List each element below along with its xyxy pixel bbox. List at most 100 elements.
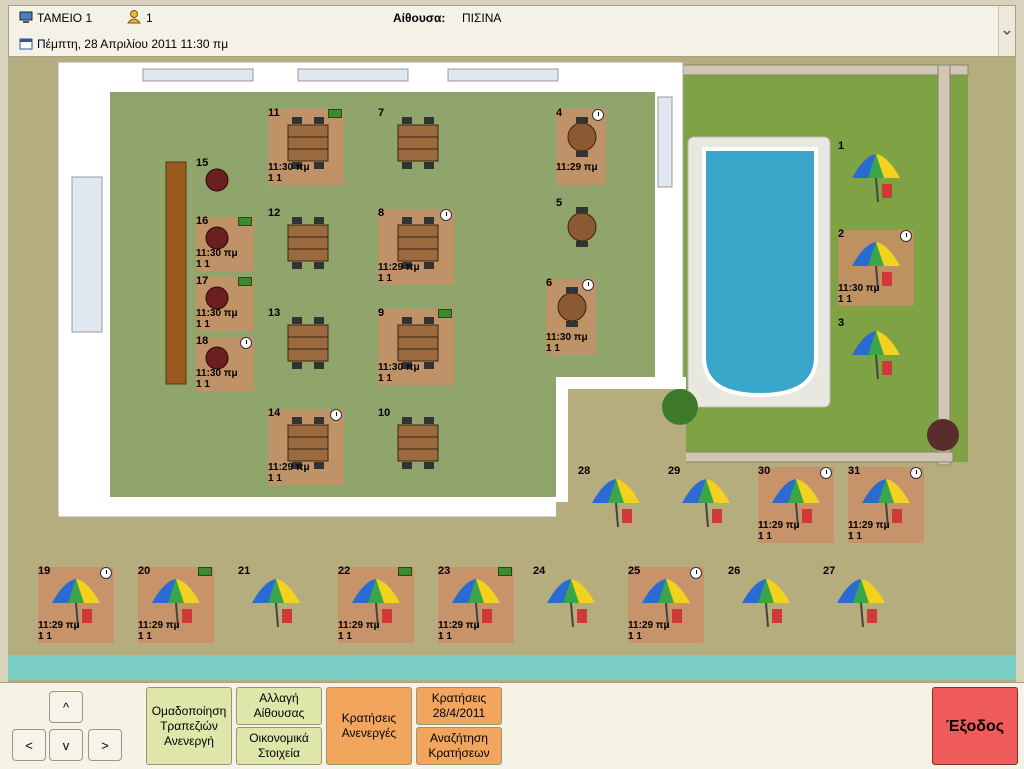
table-11[interactable]: 11 11:30 πμ 1 1: [268, 107, 344, 185]
cash-icon: [438, 309, 452, 318]
table-number: 4: [556, 107, 563, 119]
table-time: 11:30 πμ: [268, 162, 310, 173]
table-number: 14: [268, 407, 281, 419]
change-room-button[interactable]: Αλλαγή Αίθουσας: [236, 687, 322, 725]
cash-icon: [398, 567, 412, 576]
table-number: 1: [838, 140, 845, 152]
reservations-inactive-button[interactable]: Κρατήσεις Ανενεργές: [326, 687, 412, 765]
table-number: 2: [838, 228, 845, 240]
table-9[interactable]: 9 11:30 πμ 1 1: [378, 307, 454, 385]
table-14[interactable]: 14 11:29 πμ 1 1: [268, 407, 344, 485]
table-guest-count: 1 1: [628, 631, 642, 642]
table-29[interactable]: 29: [668, 465, 744, 543]
bottom-toolbar: ^ < v > Ομαδοποίηση Τραπεζιών Ανενεργή Α…: [0, 682, 1024, 769]
table-12[interactable]: 12: [268, 207, 344, 285]
search-reservations-button[interactable]: Αναζήτηση Κρατήσεων: [416, 727, 502, 765]
table-19[interactable]: 19 11:29 πμ 1 1: [38, 565, 114, 643]
table-number: 24: [533, 565, 546, 577]
financials-button[interactable]: Οικονομικά Στοιχεία: [236, 727, 322, 765]
cash-icon: [198, 567, 212, 576]
nav-left-button[interactable]: <: [12, 729, 46, 761]
nav-right-button[interactable]: >: [88, 729, 122, 761]
header-scrollbar[interactable]: [998, 6, 1015, 56]
table-28[interactable]: 28: [578, 465, 654, 543]
table-number: 31: [848, 465, 861, 477]
cash-icon: [328, 109, 342, 118]
table-guest-count: 1 1: [848, 531, 862, 542]
clock-icon: [592, 109, 604, 121]
table-guest-count: 1 1: [758, 531, 772, 542]
table-7[interactable]: 7: [378, 107, 454, 185]
table-time: 11:29 πμ: [628, 620, 670, 631]
table-number: 16: [196, 215, 209, 227]
table-31[interactable]: 31 11:29 πμ 1 1: [848, 465, 924, 543]
calendar-icon: [19, 37, 33, 50]
table-number: 17: [196, 275, 209, 287]
table-5[interactable]: 5: [556, 197, 606, 275]
table-number: 29: [668, 465, 681, 477]
table-15[interactable]: 15: [196, 157, 254, 213]
exit-button[interactable]: Έξοδος: [932, 687, 1018, 765]
nav-up-button[interactable]: ^: [49, 691, 83, 723]
table-number: 11: [268, 107, 280, 119]
table-guest-count: 1 1: [268, 473, 282, 484]
table-number: 20: [138, 565, 151, 577]
table-6[interactable]: 6 11:30 πμ 1 1: [546, 277, 596, 355]
table-2[interactable]: 2 11:30 πμ 1 1: [838, 228, 914, 306]
cash-icon: [498, 567, 512, 576]
table-30[interactable]: 30 11:29 πμ 1 1: [758, 465, 834, 543]
clock-icon: [900, 230, 912, 242]
table-number: 19: [38, 565, 51, 577]
table-time: 11:29 πμ: [848, 520, 890, 531]
clock-icon: [910, 467, 922, 479]
table-number: 5: [556, 197, 563, 209]
table-time: 11:30 πμ: [196, 308, 238, 319]
table-21[interactable]: 21: [238, 565, 314, 643]
table-27[interactable]: 27: [823, 565, 899, 643]
table-time: 11:30 πμ: [196, 248, 238, 259]
table-4[interactable]: 4 11:29 πμ: [556, 107, 606, 185]
datetime: Πέμπτη, 28 Απριλίου 2011 11:30 πμ: [37, 37, 229, 51]
table-guest-count: 1 1: [196, 259, 210, 270]
table-13[interactable]: 13: [268, 307, 344, 385]
table-number: 10: [378, 407, 391, 419]
table-time: 11:29 πμ: [338, 620, 380, 631]
table-18[interactable]: 18 11:30 πμ 1 1: [196, 335, 254, 391]
group-tables-button[interactable]: Ομαδοποίηση Τραπεζιών Ανενεργή: [146, 687, 232, 765]
reservations-date-button[interactable]: Κρατήσεις 28/4/2011: [416, 687, 502, 725]
table-number: 26: [728, 565, 741, 577]
table-10[interactable]: 10: [378, 407, 454, 485]
table-time: 11:29 πμ: [378, 262, 420, 273]
user-count: 1: [146, 11, 153, 25]
table-time: 11:30 πμ: [838, 283, 880, 294]
table-number: 23: [438, 565, 451, 577]
table-time: 11:29 πμ: [758, 520, 800, 531]
table-number: 15: [196, 157, 209, 169]
cash-icon: [238, 217, 252, 226]
table-guest-count: 1 1: [438, 631, 452, 642]
table-number: 27: [823, 565, 836, 577]
table-guest-count: 1 1: [138, 631, 152, 642]
table-number: 8: [378, 207, 385, 219]
table-1[interactable]: 1: [838, 140, 914, 218]
table-guest-count: 1 1: [38, 631, 52, 642]
table-number: 25: [628, 565, 641, 577]
table-time: 11:29 πμ: [438, 620, 480, 631]
table-25[interactable]: 25 11:29 πμ 1 1: [628, 565, 704, 643]
table-16[interactable]: 16 11:30 πμ 1 1: [196, 215, 254, 271]
table-guest-count: 1 1: [378, 273, 392, 284]
table-22[interactable]: 22 11:29 πμ 1 1: [338, 565, 414, 643]
table-26[interactable]: 26: [728, 565, 804, 643]
table-23[interactable]: 23 11:29 πμ 1 1: [438, 565, 514, 643]
table-17[interactable]: 17 11:30 πμ 1 1: [196, 275, 254, 331]
header-bar: ΤΑΜΕΙΟ 1 1 Αίθουσα: ΠΙΣΙΝΑ Πέμπτη, 28 Απ…: [8, 5, 1016, 57]
nav-down-button[interactable]: v: [49, 729, 83, 761]
table-8[interactable]: 8 11:29 πμ 1 1: [378, 207, 454, 285]
table-time: 11:29 πμ: [268, 462, 310, 473]
table-time: 11:30 πμ: [546, 332, 588, 343]
table-24[interactable]: 24: [533, 565, 609, 643]
table-number: 28: [578, 465, 591, 477]
table-number: 18: [196, 335, 209, 347]
table-3[interactable]: 3: [838, 317, 914, 395]
table-20[interactable]: 20 11:29 πμ 1 1: [138, 565, 214, 643]
